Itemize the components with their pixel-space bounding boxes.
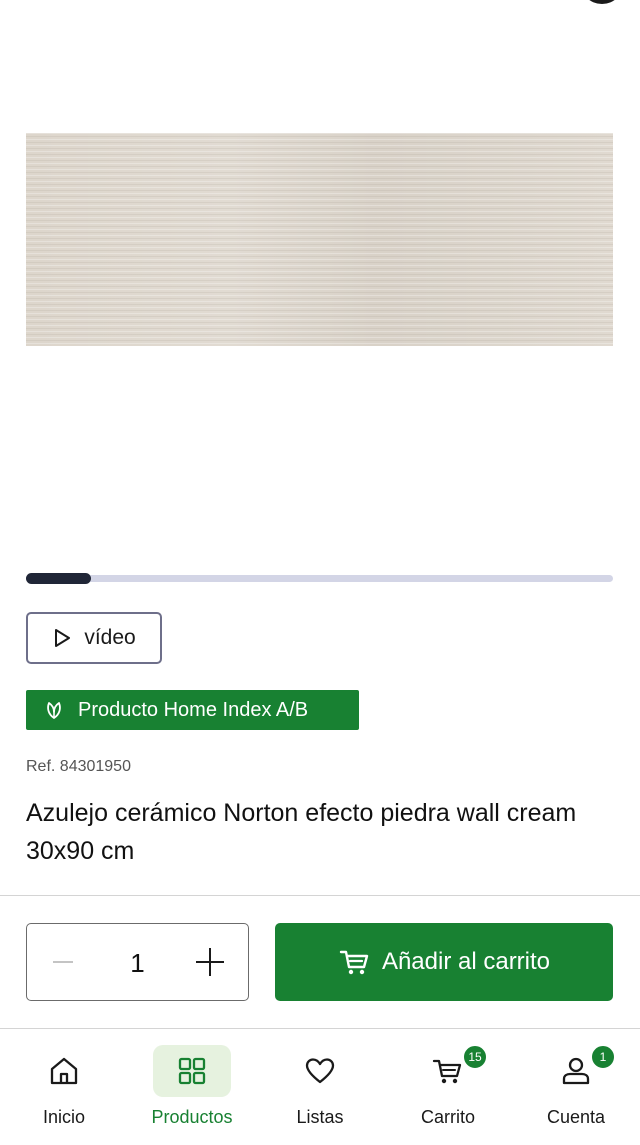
nav-item-carrito[interactable]: 15 Carrito bbox=[384, 1029, 512, 1145]
product-image[interactable] bbox=[26, 133, 613, 346]
nav-label-carrito: Carrito bbox=[420, 1107, 475, 1127]
cart-icon bbox=[339, 950, 369, 975]
gallery-scroll-indicator bbox=[26, 573, 613, 584]
leaf-icon bbox=[47, 702, 61, 719]
nav-label-listas: Listas bbox=[296, 1107, 344, 1127]
grid-icon bbox=[178, 1057, 206, 1085]
quantity-stepper[interactable]: 1 bbox=[26, 923, 249, 1001]
nav-icon-container-active bbox=[153, 1045, 231, 1097]
add-to-cart-label: Añadir al carrito bbox=[381, 948, 551, 975]
user-icon bbox=[562, 1057, 590, 1085]
increase-quantity-button[interactable] bbox=[196, 948, 224, 976]
badge-label: Producto Home Index A/B bbox=[78, 698, 309, 721]
bottom-navigation: Inicio Productos Listas 15 Carrito 1 Cue… bbox=[0, 1028, 640, 1145]
video-button[interactable]: vídeo bbox=[26, 612, 162, 664]
product-ref: Ref. 84301950 bbox=[26, 758, 131, 775]
nav-label-inicio: Inicio bbox=[42, 1107, 86, 1127]
video-button-label: vídeo bbox=[84, 626, 136, 649]
add-to-cart-button[interactable]: Añadir al carrito bbox=[275, 923, 613, 1001]
nav-item-inicio[interactable]: Inicio bbox=[0, 1029, 128, 1145]
play-icon bbox=[55, 629, 71, 647]
status-indicator-icon bbox=[580, 0, 624, 4]
account-notification-badge: 1 bbox=[590, 1044, 616, 1070]
nav-item-cuenta[interactable]: 1 Cuenta bbox=[512, 1029, 640, 1145]
home-icon bbox=[50, 1057, 78, 1085]
nav-label-cuenta: Cuenta bbox=[546, 1107, 606, 1127]
cart-icon bbox=[432, 1059, 462, 1084]
nav-item-listas[interactable]: Listas bbox=[256, 1029, 384, 1145]
home-index-badge: Producto Home Index A/B bbox=[26, 690, 359, 730]
cart-count-badge: 15 bbox=[462, 1044, 488, 1070]
gallery-scroll-thumb bbox=[26, 573, 91, 584]
divider bbox=[0, 895, 640, 896]
nav-item-productos[interactable]: Productos bbox=[128, 1029, 256, 1145]
product-title: Azulejo cerámico Norton efecto piedra wa… bbox=[26, 799, 577, 865]
nav-icon-container bbox=[25, 1045, 103, 1097]
nav-icon-container bbox=[281, 1045, 359, 1097]
nav-label-productos: Productos bbox=[151, 1107, 233, 1127]
heart-icon bbox=[305, 1058, 335, 1084]
